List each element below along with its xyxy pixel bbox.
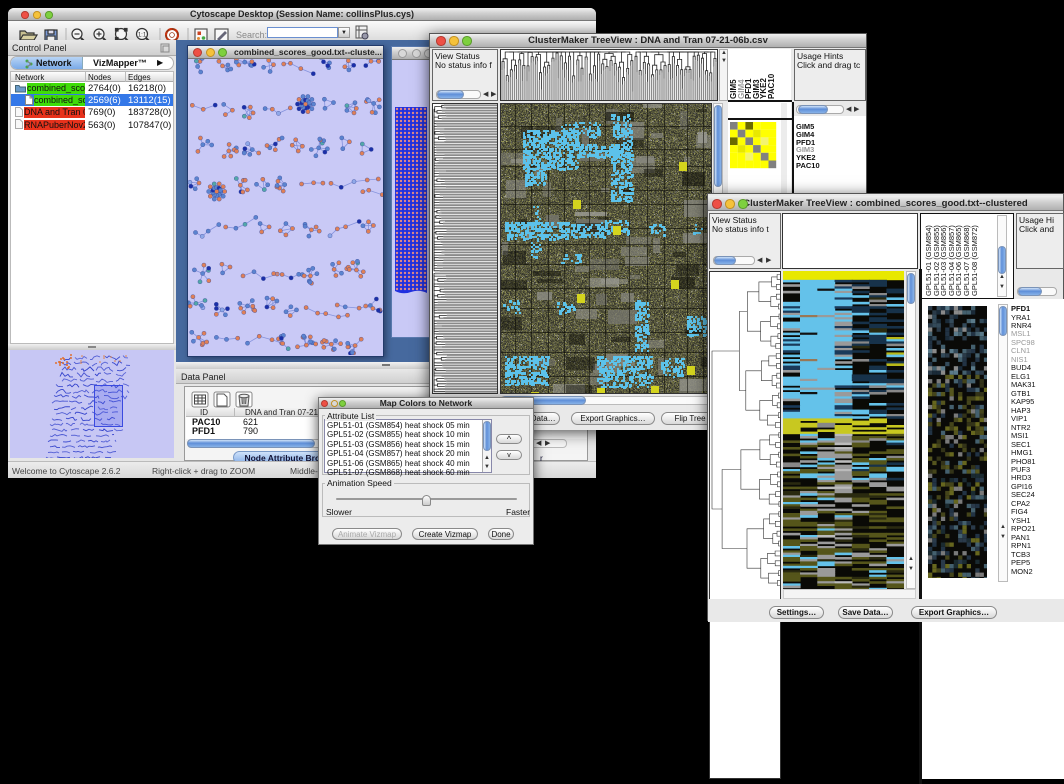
svg-text:1:1: 1:1 bbox=[138, 33, 147, 39]
svg-text:Search:: Search: bbox=[236, 30, 267, 40]
